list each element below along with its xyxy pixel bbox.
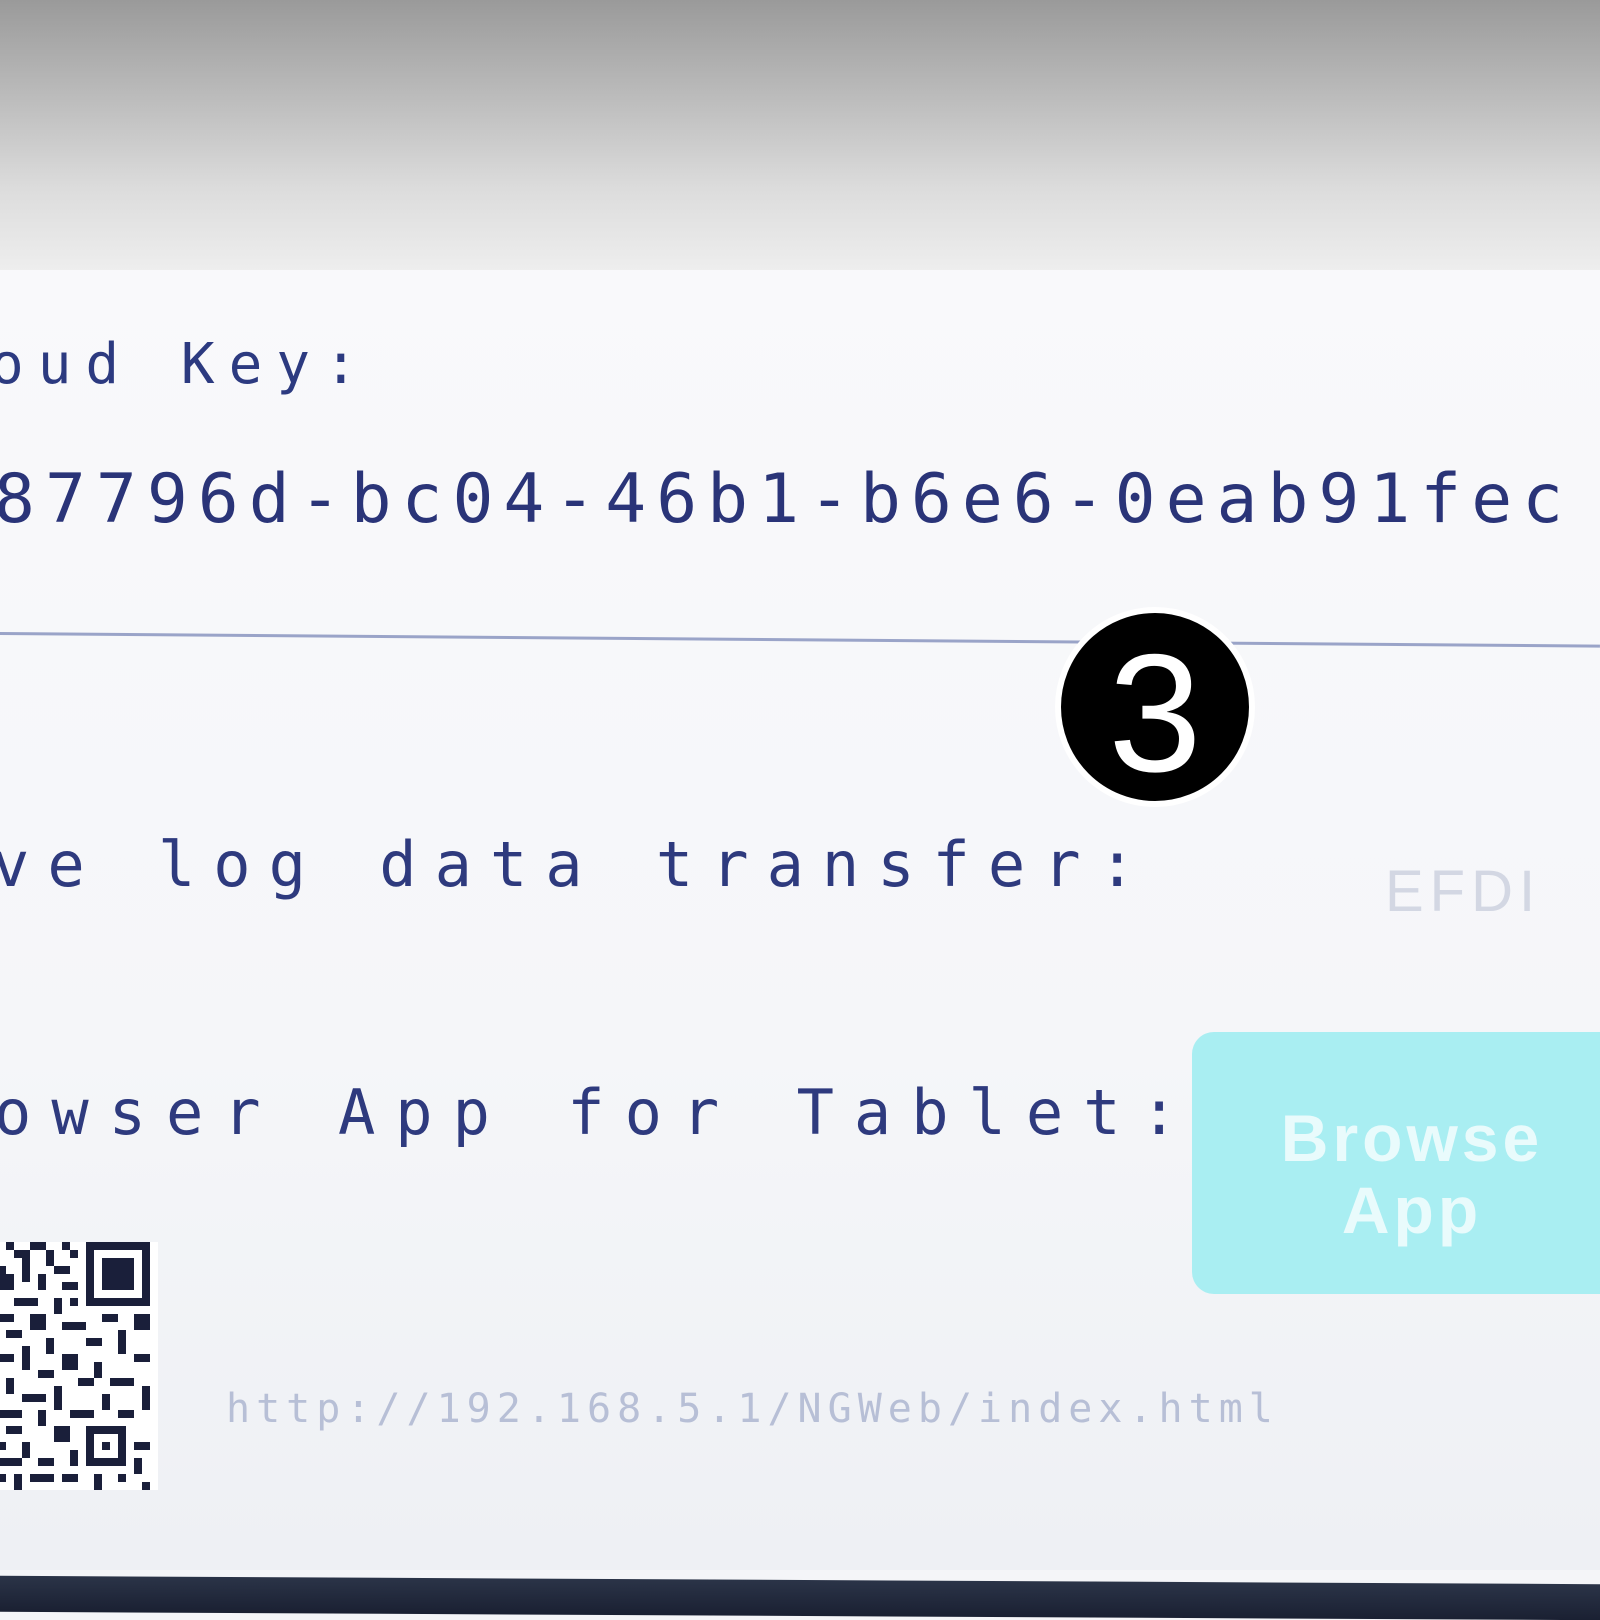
browser-app-button-label-line1: Browse bbox=[1280, 1101, 1544, 1175]
browser-app-url: http://192.168.5.1/NGWeb/index.html bbox=[226, 1386, 1279, 1432]
device-bottom-bezel bbox=[0, 1575, 1600, 1620]
qr-code-icon bbox=[0, 1242, 158, 1490]
cloud-key-value: 87796d-bc04-46b1-b6e6-0eab91fec bbox=[0, 460, 1574, 539]
device-top-bezel bbox=[0, 0, 1600, 290]
browser-app-button[interactable]: Browse App bbox=[1192, 1032, 1600, 1294]
step-number-badge: 3 bbox=[1055, 607, 1255, 807]
log-transfer-value[interactable]: EFDI bbox=[1385, 858, 1541, 925]
browser-app-button-label-line2: App bbox=[1341, 1173, 1483, 1247]
browser-app-label: owser App for Tablet: bbox=[0, 1076, 1198, 1149]
log-transfer-label: ve log data transfer: bbox=[0, 828, 1154, 901]
cloud-key-label: oud Key: bbox=[0, 332, 372, 397]
